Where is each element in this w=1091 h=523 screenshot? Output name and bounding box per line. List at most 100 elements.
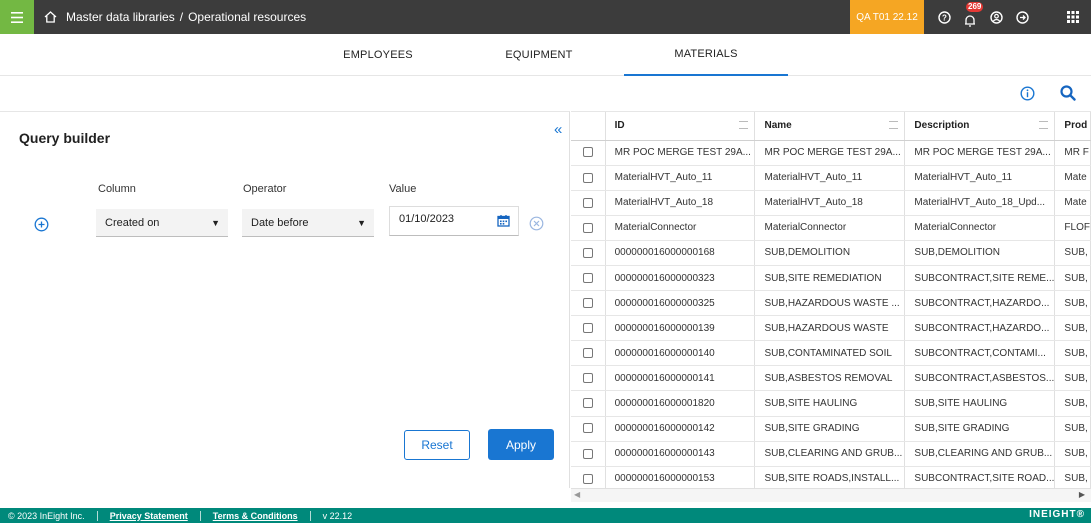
search-icon <box>1060 85 1076 101</box>
row-checkbox[interactable] <box>582 222 593 233</box>
row-checkbox[interactable] <box>582 373 593 384</box>
table-row[interactable]: MR POC MERGE TEST 29A... MR POC MERGE TES… <box>571 140 1091 166</box>
notifications-button[interactable]: 269 <box>957 0 984 34</box>
close-circle-icon <box>529 216 544 231</box>
operator-select[interactable]: Date before ▼ <box>242 209 374 237</box>
table-cell: SUB,CLEARING AND GRUB... <box>904 441 1056 467</box>
table-row[interactable]: 000000016000000140 SUB,CONTAMINATED SOIL S… <box>571 340 1091 367</box>
table-cell: SUB, <box>1054 365 1091 392</box>
row-checkbox[interactable] <box>582 272 593 283</box>
row-checkbox[interactable] <box>582 423 593 434</box>
table-cell: SUBCONTRACT,CONTAMI... <box>904 340 1056 367</box>
remove-condition-button[interactable] <box>529 216 544 231</box>
row-checkbox[interactable] <box>582 247 593 258</box>
privacy-statement-link[interactable]: Privacy Statement <box>110 511 188 521</box>
environment-badge: QA T01 22.12 <box>850 0 924 34</box>
brand-logo-text: INEIGHT <box>1029 509 1077 520</box>
table-cell: MaterialConnector <box>605 215 756 241</box>
app-launcher-button[interactable] <box>1060 0 1086 34</box>
table-row[interactable]: 000000016000000323 SUB,SITE REMEDIATION SU… <box>571 265 1091 292</box>
table-row[interactable]: 000000016000000141 SUB,ASBESTOS REMOVAL SU… <box>571 365 1091 392</box>
table-cell: SUB, <box>1054 390 1091 417</box>
row-checkbox[interactable] <box>582 473 593 484</box>
table-row[interactable]: 000000016000000143 SUB,CLEARING AND GRUB.… <box>571 441 1091 467</box>
date-value-input[interactable]: 01/10/2023 <box>389 206 519 236</box>
table-cell: SUB,CONTAMINATED SOIL <box>754 340 906 367</box>
search-button[interactable] <box>1058 83 1078 103</box>
column-label: Column <box>98 183 136 195</box>
table-row[interactable]: 000000016000000142 SUB,SITE GRADING SUB,SI… <box>571 416 1091 442</box>
query-builder-title: Query builder <box>19 130 111 146</box>
row-checkbox[interactable] <box>582 398 593 409</box>
horizontal-scrollbar[interactable]: ◀ ▶ <box>571 488 1091 502</box>
filter-icon[interactable] <box>1039 121 1049 129</box>
row-checkbox[interactable] <box>582 147 593 158</box>
svg-text:?: ? <box>942 13 947 22</box>
tab-employees[interactable]: EMPLOYEES <box>313 34 443 76</box>
terms-conditions-link[interactable]: Terms & Conditions <box>213 511 298 521</box>
help-button[interactable]: ? <box>931 0 957 34</box>
row-select-cell <box>571 340 606 367</box>
table-cell: MaterialHVT_Auto_11 <box>904 165 1056 191</box>
row-checkbox[interactable] <box>582 448 593 459</box>
filter-icon[interactable] <box>739 121 749 129</box>
column-header-description[interactable]: Description <box>904 112 1056 141</box>
row-select-cell <box>571 165 606 191</box>
add-condition-button[interactable] <box>34 217 49 232</box>
table-row[interactable]: MaterialConnector MaterialConnector Materi… <box>571 215 1091 241</box>
row-select-cell <box>571 290 606 317</box>
row-select-cell <box>571 315 606 342</box>
table-cell: MaterialHVT_Auto_18_Upd... <box>904 190 1056 216</box>
table-cell: 000000016000000139 <box>605 315 756 342</box>
row-checkbox[interactable] <box>582 323 593 334</box>
filter-icon[interactable] <box>889 121 899 129</box>
scroll-left-icon[interactable]: ◀ <box>574 490 580 499</box>
table-cell: MR F <box>1054 140 1091 166</box>
bell-icon <box>965 14 975 27</box>
info-button[interactable] <box>1017 83 1037 103</box>
table-cell: SUB, <box>1054 340 1091 367</box>
sign-out-icon <box>1015 10 1029 24</box>
date-value-text: 01/10/2023 <box>399 213 455 225</box>
row-select-cell <box>571 215 606 241</box>
table-cell: SUB,CLEARING AND GRUB... <box>754 441 906 467</box>
collapse-panel-button[interactable]: « <box>554 121 562 138</box>
table-row[interactable]: 000000016000000325 SUB,HAZARDOUS WASTE ..… <box>571 290 1091 317</box>
table-cell: MaterialConnector <box>904 215 1056 241</box>
sign-out-button[interactable] <box>1009 0 1035 34</box>
column-header-name[interactable]: Name <box>754 112 906 141</box>
row-checkbox[interactable] <box>582 297 593 308</box>
table-row[interactable]: 000000016000000139 SUB,HAZARDOUS WASTE SUB… <box>571 315 1091 342</box>
table-row[interactable]: 000000016000000168 SUB,DEMOLITION SUB,DEMO… <box>571 240 1091 266</box>
table-row[interactable]: MaterialHVT_Auto_11 MaterialHVT_Auto_11 Ma… <box>571 165 1091 191</box>
calendar-button[interactable] <box>497 214 510 230</box>
breadcrumb-master-data-libraries[interactable]: Master data libraries <box>66 10 175 24</box>
table-cell: SUB,SITE GRADING <box>904 416 1056 442</box>
column-header-prod[interactable]: Prod <box>1054 112 1091 141</box>
user-account-button[interactable] <box>983 0 1009 34</box>
tab-equipment[interactable]: EQUIPMENT <box>474 34 604 76</box>
row-checkbox[interactable] <box>582 172 593 183</box>
reset-button[interactable]: Reset <box>404 430 470 460</box>
apply-button[interactable]: Apply <box>488 429 554 460</box>
row-checkbox[interactable] <box>582 197 593 208</box>
column-header-id[interactable]: ID <box>605 112 756 141</box>
table-cell: MaterialConnector <box>754 215 906 241</box>
value-label: Value <box>389 183 417 195</box>
table-cell: 000000016000000141 <box>605 365 756 392</box>
home-button[interactable] <box>34 0 66 34</box>
table-cell: MR POC MERGE TEST 29A... <box>605 140 756 166</box>
table-row[interactable]: 000000016000000153 SUB,SITE ROADS,INSTALL… <box>571 466 1091 488</box>
hamburger-menu-button[interactable] <box>0 0 34 34</box>
table-row[interactable]: 000000016000001820 SUB,SITE HAULING SUB,SI… <box>571 390 1091 417</box>
row-checkbox[interactable] <box>582 348 593 359</box>
scroll-right-icon[interactable]: ▶ <box>1079 490 1085 499</box>
table-cell: MaterialHVT_Auto_18 <box>754 190 906 216</box>
column-select[interactable]: Created on ▼ <box>96 209 228 237</box>
table-row[interactable]: MaterialHVT_Auto_18 MaterialHVT_Auto_18 Ma… <box>571 190 1091 216</box>
table-body: MR POC MERGE TEST 29A... MR POC MERGE TES… <box>571 140 1091 488</box>
row-select-cell <box>571 466 606 488</box>
copyright-text: © 2023 InEight Inc. <box>8 510 85 521</box>
tab-materials[interactable]: MATERIALS <box>624 34 788 76</box>
resource-tabs: EMPLOYEES EQUIPMENT MATERIALS <box>0 34 1091 76</box>
